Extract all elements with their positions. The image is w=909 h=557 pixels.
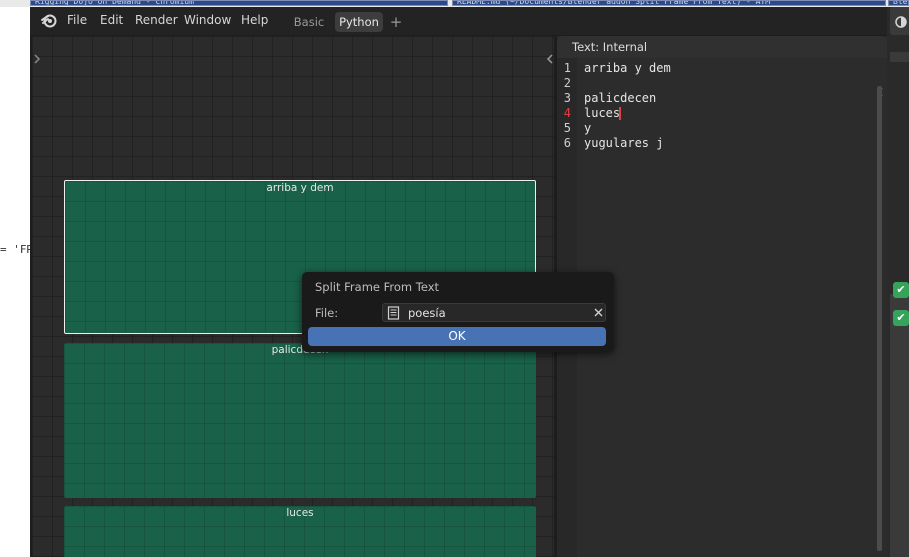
code-area[interactable]: arriba y dem palicdecen luces y yugulare… — [577, 58, 875, 557]
line-number: 2 — [563, 76, 571, 90]
collapse-arrow-icon[interactable] — [546, 50, 554, 64]
window-tab-chromium[interactable]: Rigging Dojo on Demand - Chromium — [30, 0, 448, 6]
properties-sidebar: ✔ ✔ — [887, 7, 909, 557]
text-file-icon — [387, 306, 400, 320]
frame-label: arriba y dem — [266, 182, 334, 194]
split-frame-dialog: Split Frame From Text File: poesía OK — [302, 272, 614, 352]
checkmark-icon[interactable]: ✔ — [893, 310, 909, 326]
vertical-scrollbar[interactable] — [877, 86, 882, 551]
window-tab-blender[interactable]: Blender — [888, 0, 909, 6]
file-select-field[interactable]: poesía — [382, 303, 606, 322]
frame-node[interactable]: luces — [64, 506, 536, 557]
menu-file[interactable]: File — [67, 13, 87, 27]
menu-help[interactable]: Help — [241, 13, 268, 27]
text-editor-header: Text: Internal — [557, 36, 887, 58]
taskbar-strip: Rigging Dojo on Demand - Chromium README… — [0, 0, 909, 7]
background-editor-window — [0, 7, 30, 557]
menu-edit[interactable]: Edit — [100, 13, 123, 27]
line-number: 5 — [563, 121, 571, 135]
window-tab-atom[interactable]: README.md (~/Documents/Blender addon Spl… — [452, 0, 886, 6]
frame-node[interactable]: palicdecen — [64, 343, 536, 498]
properties-panel-strip — [890, 52, 909, 557]
code-line[interactable]: y — [584, 121, 591, 136]
background-code-snippet: = 'FR — [0, 243, 34, 256]
text-cursor — [619, 107, 621, 120]
line-number: 6 — [563, 136, 571, 150]
tab-basic[interactable]: Basic — [288, 12, 330, 32]
blender-logo-icon[interactable] — [40, 11, 58, 29]
top-menubar: File Edit Render Window Help Basic Pytho… — [30, 7, 909, 35]
text-editor-title: Text: Internal — [572, 40, 648, 54]
code-line[interactable]: yugulares j — [584, 136, 663, 151]
viewport-shading-icon — [895, 16, 907, 28]
menu-window[interactable]: Window — [184, 13, 231, 27]
code-line[interactable]: arriba y dem — [584, 61, 671, 76]
dialog-title: Split Frame From Text — [315, 280, 440, 294]
properties-gap — [890, 62, 909, 294]
line-number: 1 — [563, 61, 571, 75]
frame-label: luces — [286, 507, 314, 519]
line-number: 3 — [563, 91, 571, 105]
add-workspace-button[interactable]: + — [388, 12, 404, 32]
file-label: File: — [315, 306, 339, 320]
expand-arrow-icon[interactable] — [33, 50, 41, 64]
viewport-shading-button[interactable] — [890, 7, 909, 35]
tab-python[interactable]: Python — [335, 12, 383, 32]
menu-render[interactable]: Render — [135, 13, 178, 27]
clear-x-icon[interactable] — [593, 307, 604, 318]
file-value: poesía — [408, 306, 446, 320]
ok-button[interactable]: OK — [308, 327, 606, 346]
line-number-current: 4 — [563, 106, 571, 120]
code-line[interactable]: palicdecen — [584, 91, 656, 106]
code-line-current[interactable]: luces — [584, 106, 620, 121]
checkmark-icon[interactable]: ✔ — [893, 282, 909, 298]
